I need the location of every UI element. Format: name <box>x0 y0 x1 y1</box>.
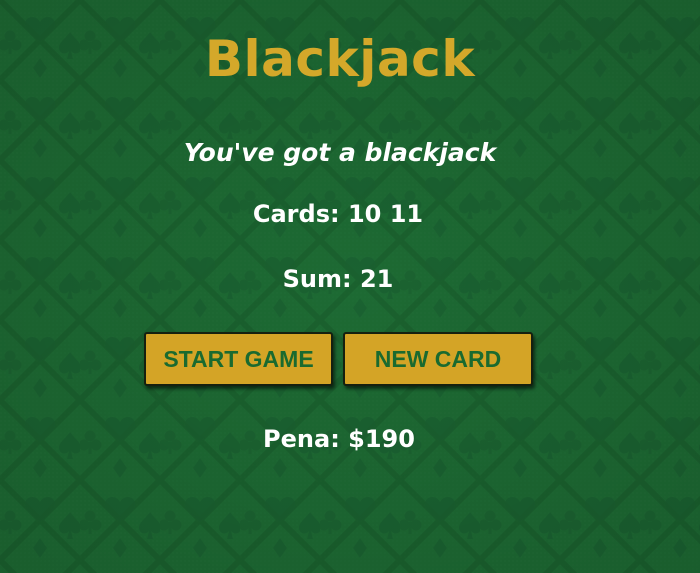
cards-display: Cards: 10 11 <box>0 200 676 228</box>
player-info: Pena: $190 <box>0 425 678 453</box>
sum-display: Sum: 21 <box>0 265 676 293</box>
sum-label: Sum: <box>282 265 352 293</box>
cards-label: Cards: <box>252 200 340 228</box>
cards-values: 10 11 <box>347 200 424 228</box>
game-message: You've got a blackjack <box>183 138 497 167</box>
start-game-button[interactable]: START GAME <box>144 332 333 386</box>
player-chips: $190 <box>348 425 415 453</box>
new-card-button[interactable]: NEW CARD <box>343 332 533 386</box>
game-panel: Blackjack You've got a blackjack Cards: … <box>0 0 700 573</box>
player-separator: : <box>330 425 349 453</box>
page-title: Blackjack <box>204 30 476 88</box>
player-name: Pena <box>263 425 331 453</box>
sum-value: 21 <box>359 265 394 293</box>
